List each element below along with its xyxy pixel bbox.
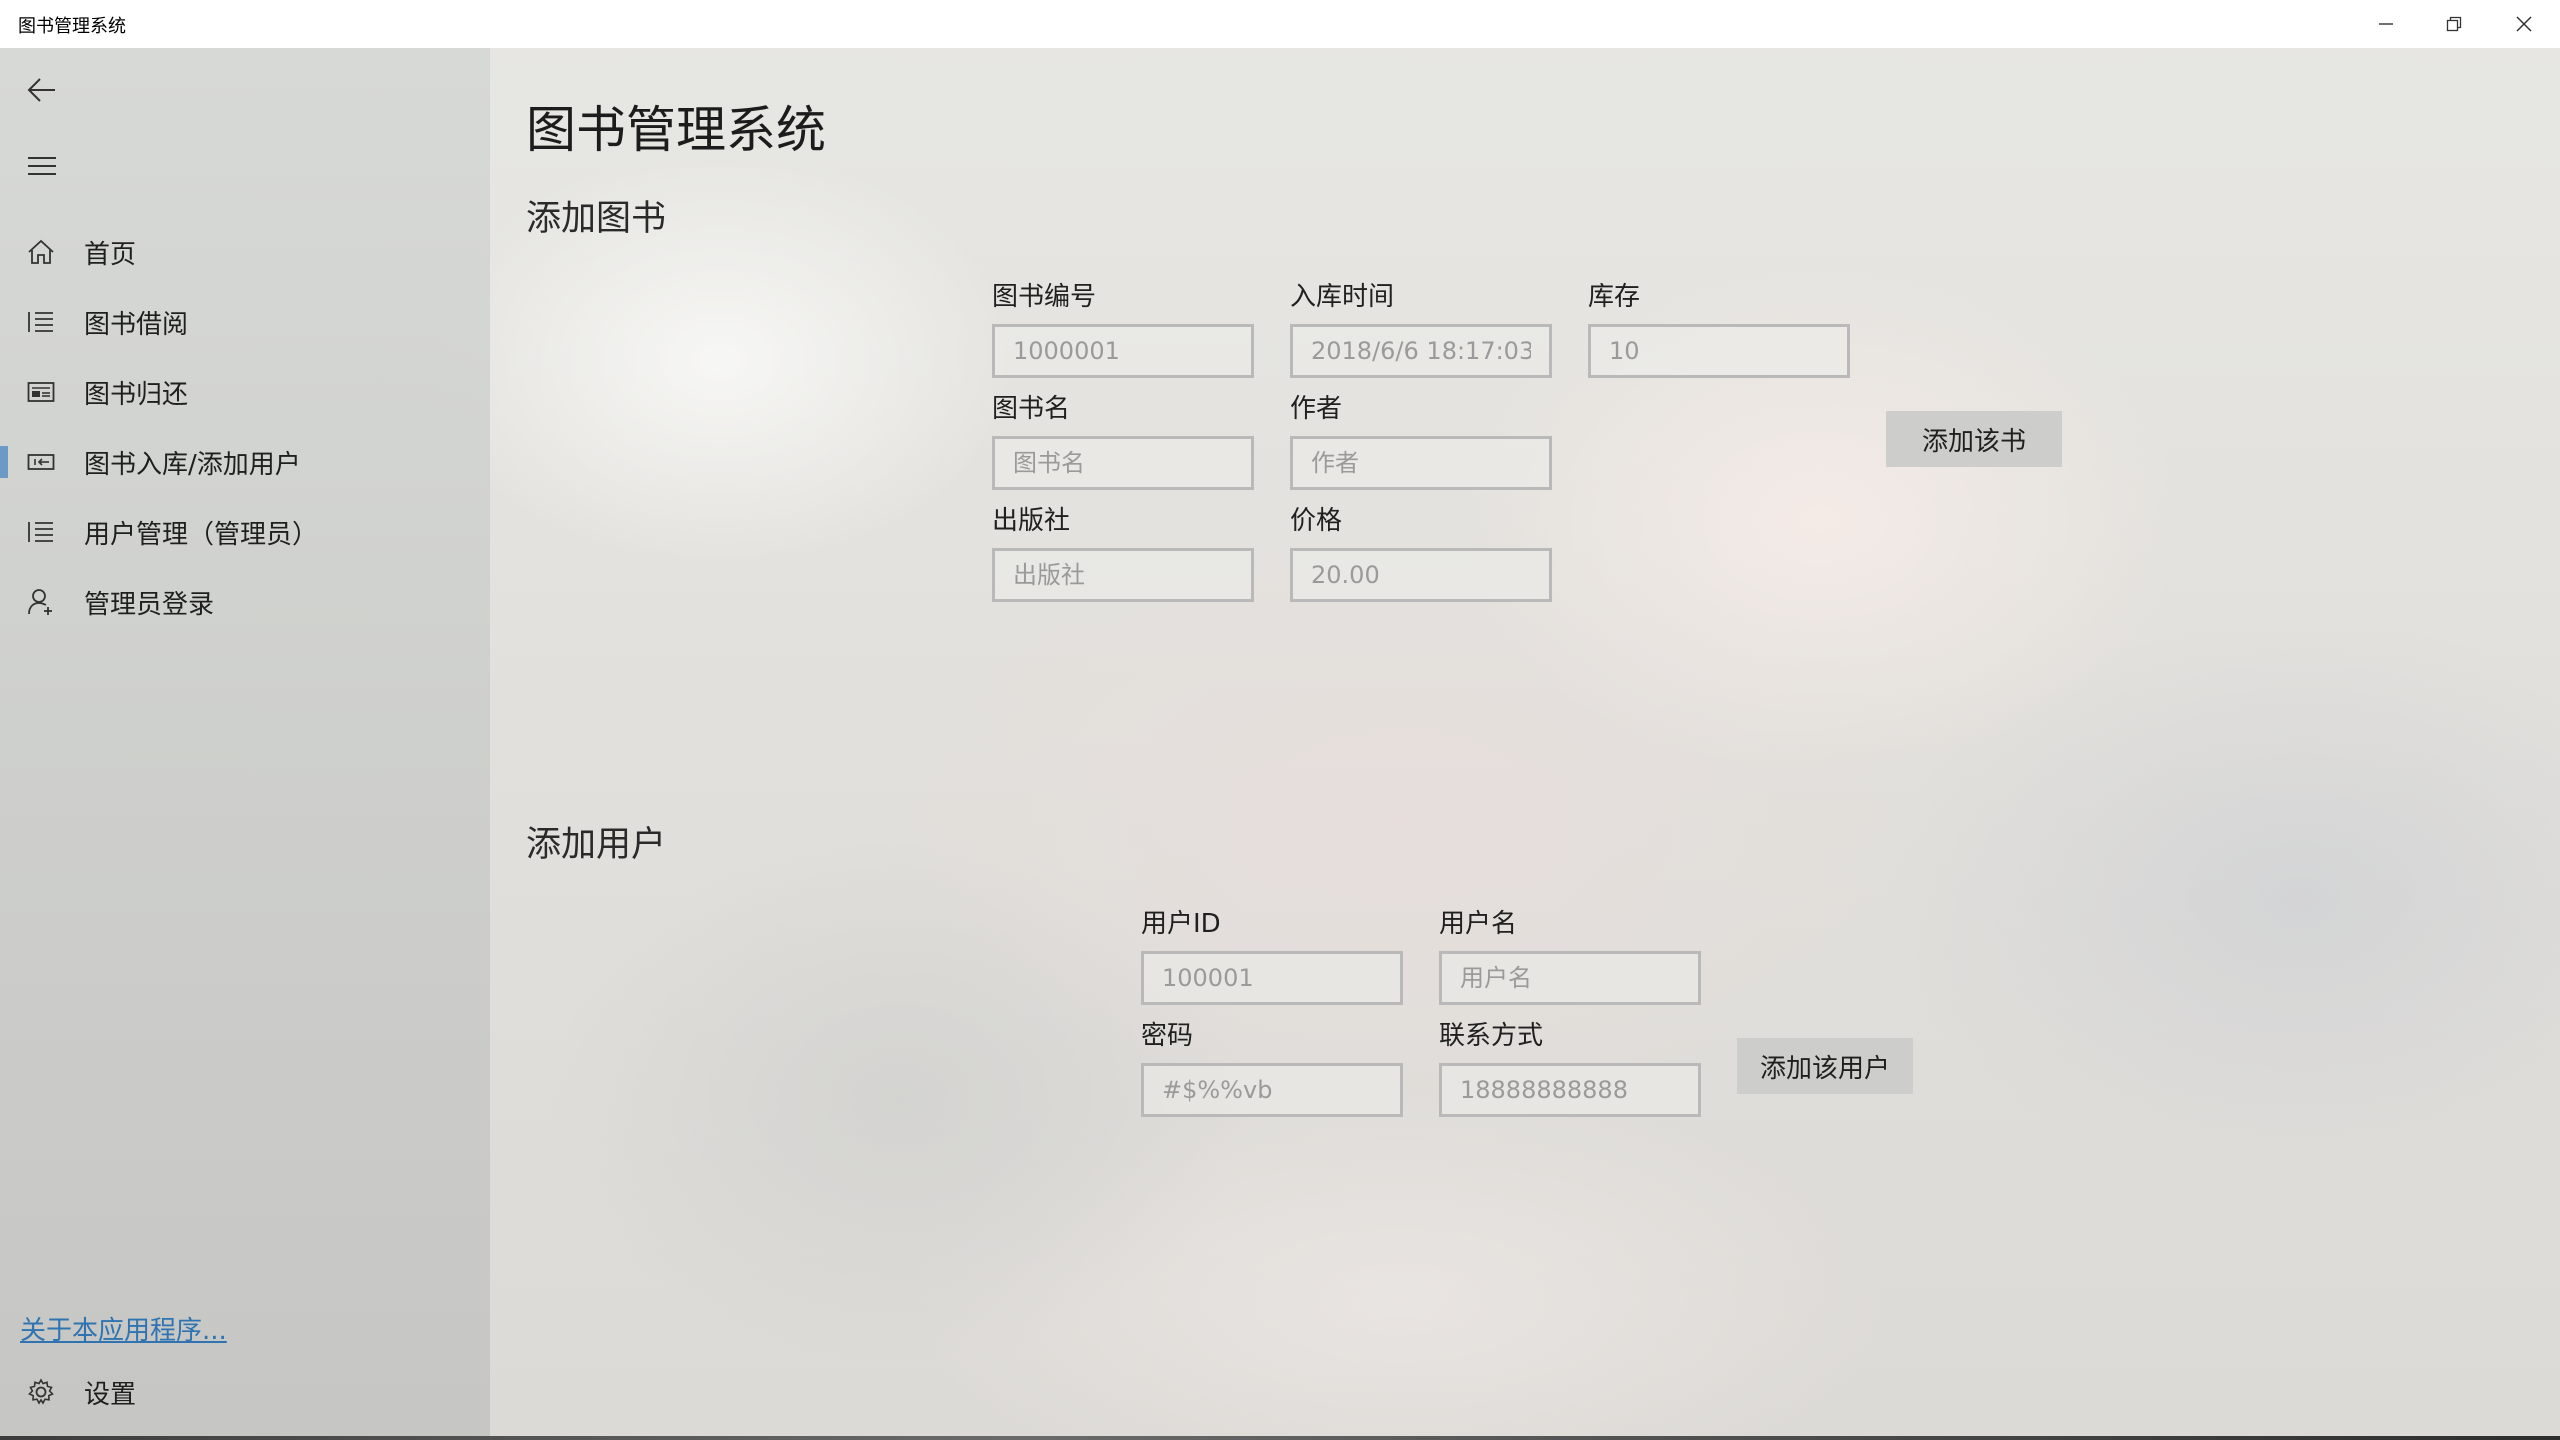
nav-item-label: 设置 (84, 1379, 137, 1410)
gear-icon (26, 1378, 56, 1406)
import-icon (26, 448, 56, 476)
card-icon (26, 378, 56, 406)
nav-item-label: 首页 (84, 239, 137, 270)
hamburger-menu-button[interactable] (14, 138, 70, 194)
close-button[interactable] (2490, 0, 2558, 48)
app-window: 图书管理系统 首页 图书借阅 图书归还 图书入库/添加用户 用户管理（管理员） … (0, 0, 2560, 1440)
nav-item-borrow[interactable]: 图书借阅 (0, 287, 490, 357)
nav-item-home[interactable]: 首页 (0, 217, 490, 287)
restore-button[interactable] (2420, 0, 2488, 48)
close-icon (2516, 16, 2532, 32)
nav-item-admin-login[interactable]: 管理员登录 (0, 567, 490, 637)
stock-field[interactable] (1588, 324, 1850, 378)
title-bar: 图书管理系统 (0, 0, 2560, 48)
book-name-field[interactable] (992, 436, 1254, 490)
back-arrow-icon (27, 78, 55, 102)
price-field[interactable] (1290, 548, 1552, 602)
restore-icon (2446, 16, 2462, 32)
add-user-icon (26, 588, 56, 616)
window-title: 图书管理系统 (18, 16, 126, 37)
publisher-label: 出版社 (992, 506, 1071, 536)
list-icon (26, 518, 56, 546)
contact-field[interactable] (1439, 1063, 1701, 1117)
book-id-label: 图书编号 (992, 282, 1097, 312)
password-label: 密码 (1141, 1021, 1194, 1051)
minimize-button[interactable] (2352, 0, 2420, 48)
contact-label: 联系方式 (1439, 1021, 1544, 1051)
nav-item-user-management[interactable]: 用户管理（管理员） (0, 497, 490, 567)
minimize-icon (2379, 23, 2393, 25)
home-icon (26, 238, 56, 266)
author-field[interactable] (1290, 436, 1552, 490)
username-label: 用户名 (1439, 909, 1518, 939)
main-content: 图书管理系统 添加图书 图书编号 入库时间 库存 图书名 作者 添加该书 出版社… (490, 48, 2560, 1436)
stock-time-field[interactable] (1290, 324, 1552, 378)
hamburger-icon (28, 157, 56, 175)
page-title: 图书管理系统 (526, 101, 826, 159)
taskbar-edge (0, 1436, 2560, 1440)
navigation-pane: 首页 图书借阅 图书归还 图书入库/添加用户 用户管理（管理员） 管理员登录 关… (0, 48, 490, 1440)
nav-item-label: 图书归还 (84, 379, 189, 410)
add-book-button[interactable]: 添加该书 (1886, 411, 2062, 467)
nav-item-label: 图书借阅 (84, 309, 189, 340)
add-user-section-title: 添加用户 (526, 825, 667, 865)
price-label: 价格 (1290, 506, 1343, 536)
book-name-label: 图书名 (992, 394, 1071, 424)
author-label: 作者 (1290, 394, 1343, 424)
list-icon (26, 308, 56, 336)
add-user-button[interactable]: 添加该用户 (1737, 1038, 1913, 1094)
nav-item-label: 图书入库/添加用户 (84, 449, 301, 480)
add-book-section-title: 添加图书 (526, 199, 667, 239)
back-button[interactable] (14, 62, 70, 118)
user-id-label: 用户ID (1141, 909, 1221, 939)
nav-item-label: 用户管理（管理员） (84, 519, 319, 550)
stock-label: 库存 (1588, 282, 1641, 312)
nav-item-label: 管理员登录 (84, 589, 215, 620)
nav-item-settings[interactable]: 设置 (0, 1357, 490, 1427)
username-field[interactable] (1439, 951, 1701, 1005)
publisher-field[interactable] (992, 548, 1254, 602)
user-id-field[interactable] (1141, 951, 1403, 1005)
nav-item-import-add-user[interactable]: 图书入库/添加用户 (0, 427, 490, 497)
about-app-link[interactable]: 关于本应用程序... (20, 1310, 227, 1347)
book-id-field[interactable] (992, 324, 1254, 378)
stock-time-label: 入库时间 (1290, 282, 1395, 312)
nav-item-return[interactable]: 图书归还 (0, 357, 490, 427)
password-field[interactable] (1141, 1063, 1403, 1117)
